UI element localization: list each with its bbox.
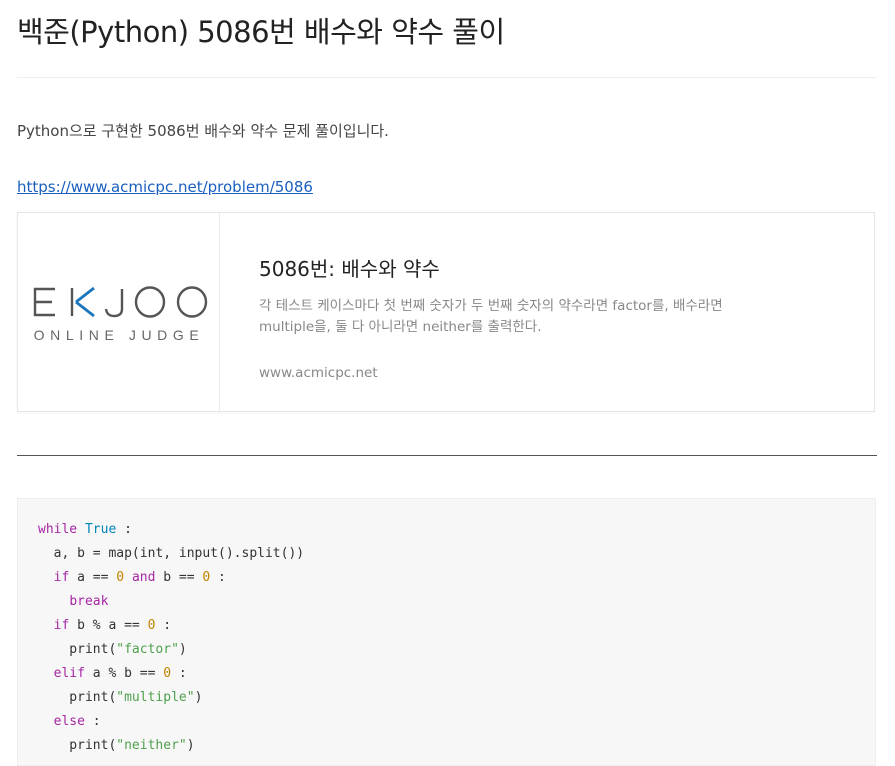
code-line: print("factor") bbox=[38, 638, 855, 662]
ekjoo-logo-icon: ONLINE JUDGE bbox=[34, 286, 208, 343]
code-line: else : bbox=[38, 710, 855, 734]
code-token: ) bbox=[186, 738, 195, 753]
code-token: : bbox=[210, 570, 226, 585]
code-line: break bbox=[38, 590, 855, 614]
code-line: if a == 0 and b == 0 : bbox=[38, 566, 855, 590]
code-token: b == bbox=[155, 570, 203, 585]
code-token: True bbox=[84, 522, 117, 537]
code-line: while True : bbox=[38, 518, 855, 542]
section-divider bbox=[17, 455, 877, 456]
code-token: print( bbox=[38, 690, 117, 705]
code-token: else bbox=[53, 714, 85, 729]
code-token: print( bbox=[38, 642, 117, 657]
code-token: and bbox=[131, 570, 156, 585]
code-token: : bbox=[171, 666, 187, 681]
code-token: if bbox=[53, 570, 70, 585]
code-block: while True : a, b = map(int, input().spl… bbox=[17, 498, 876, 766]
code-line: print("neither") bbox=[38, 734, 855, 758]
post-title: 백준(Python) 5086번 배수와 약수 풀이 bbox=[17, 15, 505, 49]
code-token: : bbox=[84, 714, 101, 729]
code-token: ) bbox=[178, 642, 187, 657]
code-token: b % a == bbox=[69, 618, 148, 633]
code-token: : bbox=[116, 522, 132, 537]
code-token: print( bbox=[38, 738, 117, 753]
code-token: 0 bbox=[163, 666, 172, 681]
card-host: www.acmicpc.net bbox=[259, 365, 378, 381]
code-token: : bbox=[155, 618, 172, 633]
code-token: a % b == bbox=[84, 666, 164, 681]
blog-post: 백준(Python) 5086번 배수와 약수 풀이 Python으로 구현한 … bbox=[0, 0, 895, 766]
code-token: a, b = map(int, input().split()) bbox=[38, 546, 305, 561]
code-token: "multiple" bbox=[116, 690, 195, 705]
code-token: a == bbox=[69, 570, 117, 585]
code-token: 0 bbox=[116, 570, 125, 585]
code-token: elif bbox=[53, 666, 85, 681]
code-line: if b % a == 0 : bbox=[38, 614, 855, 638]
code-token: "factor" bbox=[116, 642, 179, 657]
link-preview-card[interactable]: ONLINE JUDGE 5086번: 배수와 약수 각 테스트 케이스마다 첫… bbox=[17, 212, 875, 412]
code-token: ) bbox=[194, 690, 203, 705]
card-title: 5086번: 배수와 약수 bbox=[259, 257, 440, 281]
post-intro: Python으로 구현한 5086번 배수와 약수 문제 풀이입니다. bbox=[17, 122, 389, 140]
code-line: a, b = map(int, input().split()) bbox=[38, 542, 855, 566]
title-divider bbox=[17, 77, 877, 78]
card-thumbnail: ONLINE JUDGE bbox=[18, 213, 220, 411]
code-token: "neither" bbox=[116, 738, 187, 753]
code-token: if bbox=[53, 618, 70, 633]
code-token: break bbox=[69, 594, 109, 609]
code-line: print("multiple") bbox=[38, 686, 855, 710]
code-token: while bbox=[38, 522, 78, 537]
code-line: elif a % b == 0 : bbox=[38, 662, 855, 686]
problem-link[interactable]: https://www.acmicpc.net/problem/5086 bbox=[17, 178, 313, 196]
svg-text:ONLINE JUDGE: ONLINE JUDGE bbox=[34, 327, 205, 343]
card-description: 각 테스트 케이스마다 첫 번째 숫자가 두 번째 숫자의 약수라면 facto… bbox=[259, 298, 723, 335]
